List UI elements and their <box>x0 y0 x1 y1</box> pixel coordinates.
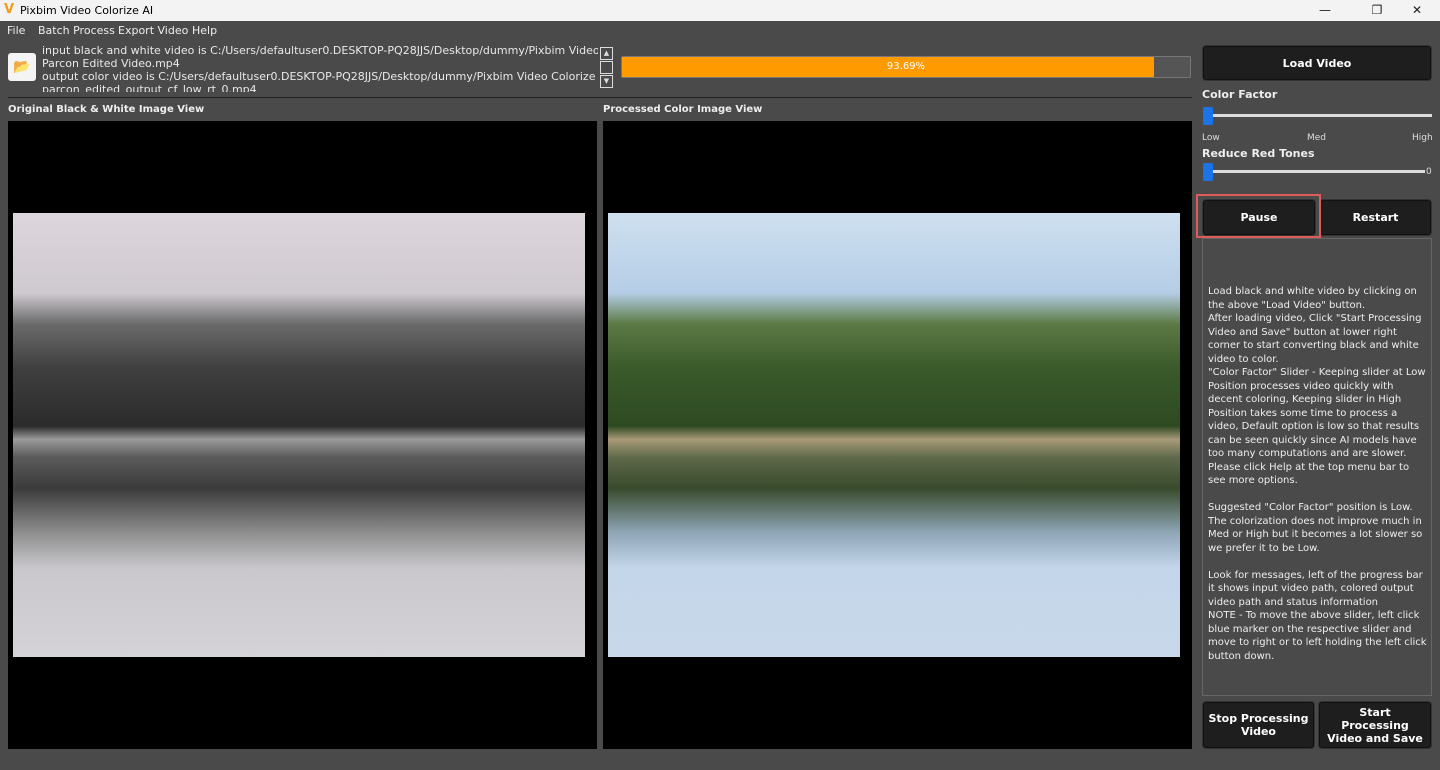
progress-label: 93.69% <box>886 61 926 72</box>
color-factor-label: Color Factor <box>1202 88 1278 101</box>
message-line: input black and white video is C:/Users/… <box>42 44 598 57</box>
help-text: Load black and white video by clicking o… <box>1202 238 1432 696</box>
window-title: Pixbim Video Colorize AI <box>20 4 154 17</box>
start-processing-button[interactable]: Start Processing Video and Save <box>1319 702 1431 748</box>
processed-frame-image <box>608 213 1180 657</box>
color-factor-slider-thumb[interactable] <box>1203 107 1213 125</box>
reduce-red-slider[interactable] <box>1207 170 1425 173</box>
restart-button[interactable]: Restart <box>1320 200 1431 235</box>
app-logo-icon: V <box>4 2 15 17</box>
help-paragraph: Look for messages, left of the progress … <box>1208 569 1427 662</box>
folder-icon: 📂 <box>13 59 31 75</box>
stop-processing-button[interactable]: Stop Processing Video <box>1203 702 1314 748</box>
scrollbar-thumb[interactable] <box>600 61 613 74</box>
scroll-up-button[interactable]: ▲ <box>600 47 613 60</box>
tick-low: Low <box>1202 133 1220 143</box>
load-video-button[interactable]: Load Video <box>1203 46 1431 80</box>
reduce-red-label: Reduce Red Tones <box>1202 147 1315 160</box>
menu-file[interactable]: File <box>7 24 25 37</box>
help-paragraph: Suggested "Color Factor" position is Low… <box>1208 502 1423 554</box>
processed-view-label: Processed Color Image View <box>603 104 763 115</box>
menu-bar: File Batch Process Export Video Help <box>0 21 1440 40</box>
menu-batch-process[interactable]: Batch Process <box>38 24 115 37</box>
progress-bar: 93.69% <box>621 56 1191 78</box>
original-frame-image <box>13 213 585 657</box>
minimize-icon[interactable]: — <box>1302 0 1348 21</box>
color-factor-slider[interactable] <box>1207 114 1432 117</box>
tick-med: Med <box>1307 133 1327 143</box>
message-line: parcon_edited_output_cf_low_rt_0.mp4 <box>42 83 257 92</box>
reduce-red-slider-thumb[interactable] <box>1203 163 1213 181</box>
help-paragraph: Load black and white video by clicking o… <box>1208 286 1426 486</box>
processed-view <box>603 121 1192 749</box>
message-box[interactable]: input black and white video is C:/Users/… <box>42 44 598 92</box>
message-line: Parcon Edited Video.mp4 <box>42 57 180 70</box>
original-view <box>8 121 597 749</box>
tick-high: High <box>1412 133 1433 143</box>
title-bar: V Pixbim Video Colorize AI — ❐ ✕ <box>0 0 1440 21</box>
menu-export-video[interactable]: Export Video <box>118 24 188 37</box>
reduce-red-value: 0 <box>1426 167 1432 177</box>
scroll-down-button[interactable]: ▼ <box>600 75 613 88</box>
message-line: output color video is C:/Users/defaultus… <box>42 70 598 83</box>
close-icon[interactable]: ✕ <box>1394 0 1440 21</box>
menu-help[interactable]: Help <box>192 24 217 37</box>
highlight-box <box>1196 194 1321 238</box>
open-folder-button[interactable]: 📂 <box>8 53 36 81</box>
divider <box>8 97 1192 98</box>
original-view-label: Original Black & White Image View <box>8 104 205 115</box>
